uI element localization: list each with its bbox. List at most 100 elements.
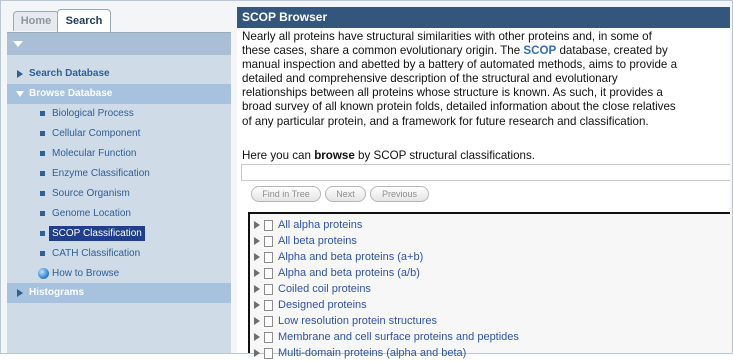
intro-text: database, created by	[556, 44, 668, 58]
nav-browse-database-label: Browse Database	[29, 88, 113, 99]
sub-item-how-to-browse[interactable]: How to Browse	[7, 264, 231, 283]
folder-page-icon	[264, 316, 273, 327]
nav-search-database[interactable]: Search Database	[7, 64, 231, 84]
folder-page-icon	[264, 220, 273, 231]
find-in-tree-button[interactable]: Find in Tree	[251, 186, 321, 202]
tree-item[interactable]: Alpha and beta proteins (a+b)	[250, 249, 730, 265]
expand-triangle-icon[interactable]	[254, 333, 260, 341]
intro-line: Nearly all proteins have structural simi…	[242, 30, 652, 43]
expand-triangle-icon[interactable]	[254, 317, 260, 325]
sub-item-genome-location[interactable]: Genome Location	[7, 204, 231, 223]
sub-item-label: Molecular Function	[52, 148, 137, 159]
browse-suffix: by SCOP structural classifications.	[354, 149, 535, 162]
app-frame: Home Search Search Database Browse Datab…	[0, 0, 733, 359]
intro-line: relationships between all proteins whose…	[242, 86, 663, 100]
browse-bold: browse	[314, 149, 355, 162]
nav-browse-database[interactable]: Browse Database	[7, 84, 231, 104]
intro-paragraph: Nearly all proteins have structural simi…	[242, 30, 730, 129]
intro-line: manual inspection and abetted by a batte…	[242, 58, 678, 72]
expand-triangle-icon[interactable]	[254, 221, 260, 229]
expand-right-icon	[17, 289, 23, 297]
sub-item-label: Cellular Component	[52, 128, 141, 139]
sub-item-source-organism[interactable]: Source Organism	[7, 184, 231, 203]
sub-item-label: Biological Process	[52, 108, 134, 119]
bullet-square-icon	[40, 251, 45, 256]
sub-item-biological-process[interactable]: Biological Process	[7, 104, 231, 123]
classification-tree: All alpha proteins All beta proteins Alp…	[248, 212, 730, 359]
sub-item-molecular-function[interactable]: Molecular Function	[7, 144, 231, 163]
tree-item[interactable]: Low resolution protein structures	[250, 313, 730, 329]
sub-item-label: CATH Classification	[52, 248, 141, 259]
expand-right-icon	[17, 70, 23, 78]
bullet-square-icon	[40, 191, 45, 196]
bullet-square-icon	[40, 131, 45, 136]
tree-item[interactable]: Coiled coil proteins	[250, 281, 730, 297]
bullet-square-icon	[40, 171, 45, 176]
intro-text: these cases, share a common evolutionary…	[242, 44, 524, 58]
tab-home[interactable]: Home	[13, 11, 59, 31]
sub-item-enzyme-classification[interactable]: Enzyme Classification	[7, 164, 231, 183]
tree-item[interactable]: All alpha proteins	[250, 217, 730, 233]
expand-triangle-icon[interactable]	[254, 253, 260, 261]
sub-item-cellular-component[interactable]: Cellular Component	[7, 124, 231, 143]
tab-bar: Home Search	[7, 7, 231, 33]
tree-item[interactable]: Designed proteins	[250, 297, 730, 313]
tree-item-label[interactable]: Alpha and beta proteins (a/b)	[278, 265, 420, 281]
nav-histograms[interactable]: Histograms	[7, 283, 231, 303]
tree-item[interactable]: Membrane and cell surface proteins and p…	[250, 329, 730, 345]
tree-item[interactable]: Alpha and beta proteins (a/b)	[250, 265, 730, 281]
sub-item-label: SCOP Classification	[49, 226, 145, 241]
tree-item-label[interactable]: Membrane and cell surface proteins and p…	[278, 329, 519, 345]
sub-item-label: Enzyme Classification	[52, 168, 150, 179]
expand-triangle-icon[interactable]	[254, 285, 260, 293]
sub-item-label: Source Organism	[52, 188, 130, 199]
tree-item-label[interactable]: Alpha and beta proteins (a+b)	[278, 249, 423, 265]
sub-item-cath-classification[interactable]: CATH Classification	[7, 244, 231, 263]
bullet-square-icon	[40, 151, 45, 156]
page-title: SCOP Browser	[237, 7, 730, 28]
folder-page-icon	[264, 332, 273, 343]
intro-line: these cases, share a common evolutionary…	[242, 44, 730, 58]
folder-page-icon	[264, 236, 273, 247]
folder-page-icon	[264, 300, 273, 311]
folder-page-icon	[264, 284, 273, 295]
tree-item-label[interactable]: Multi-domain proteins (alpha and beta)	[278, 345, 466, 361]
tree-search-input[interactable]	[241, 164, 730, 181]
expand-triangle-icon[interactable]	[254, 237, 260, 245]
tree-item[interactable]: All beta proteins	[250, 233, 730, 249]
expand-triangle-icon[interactable]	[254, 301, 260, 309]
next-button[interactable]: Next	[325, 186, 366, 202]
tree-item-label[interactable]: Coiled coil proteins	[278, 281, 371, 297]
folder-page-icon	[264, 268, 273, 279]
sub-item-label: How to Browse	[52, 268, 120, 279]
tree-item-label[interactable]: All beta proteins	[278, 233, 357, 249]
left-panel: Home Search Search Database Browse Datab…	[7, 7, 231, 353]
expand-triangle-icon[interactable]	[254, 269, 260, 277]
nav-search-database-label: Search Database	[29, 68, 110, 79]
bullet-square-icon	[40, 111, 45, 116]
tree-item-label[interactable]: All alpha proteins	[278, 217, 362, 233]
sub-item-scop-classification[interactable]: SCOP Classification	[7, 224, 231, 243]
expand-triangle-icon[interactable]	[254, 349, 260, 357]
help-globe-icon	[38, 268, 49, 279]
folder-page-icon	[264, 252, 273, 263]
scop-link[interactable]: SCOP	[523, 44, 556, 57]
bullet-square-icon	[40, 231, 45, 236]
nav-collapse-bar[interactable]	[7, 33, 231, 55]
tree-item-label[interactable]: Designed proteins	[278, 297, 367, 313]
tree-item[interactable]: Multi-domain proteins (alpha and beta)	[250, 345, 730, 361]
main-panel: SCOP Browser Nearly all proteins have st…	[237, 7, 730, 359]
previous-button[interactable]: Previous	[370, 186, 429, 202]
intro-line: of any particular protein, and a framewo…	[242, 114, 649, 128]
expand-down-icon	[16, 91, 24, 97]
browse-instructions: Here you can browse by SCOP structural c…	[242, 149, 535, 162]
collapse-down-icon	[13, 41, 23, 47]
tab-search[interactable]: Search	[57, 9, 111, 32]
browse-prefix: Here you can	[242, 149, 315, 162]
nav-panel: Search Database Browse Database Biologic…	[7, 33, 231, 353]
sub-item-label: Genome Location	[52, 208, 131, 219]
nav-histograms-label: Histograms	[29, 287, 85, 298]
tree-item-label[interactable]: Low resolution protein structures	[278, 313, 437, 329]
intro-line: broad survey of all known protein folds,…	[242, 100, 676, 114]
intro-line: detailed and comprehensive description o…	[242, 72, 618, 86]
